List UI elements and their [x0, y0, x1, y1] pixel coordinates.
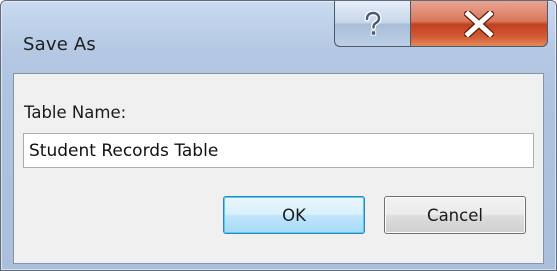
- question-mark-icon: [362, 10, 384, 37]
- close-x-icon: [464, 10, 494, 37]
- cancel-button[interactable]: Cancel: [384, 196, 526, 234]
- table-name-label: Table Name:: [24, 103, 127, 122]
- dialog-client-area: [13, 73, 544, 264]
- ok-button[interactable]: OK: [223, 196, 365, 234]
- close-button[interactable]: [410, 1, 548, 47]
- cancel-button-label: Cancel: [427, 205, 483, 225]
- ok-button-label: OK: [282, 205, 306, 225]
- table-name-input[interactable]: [23, 133, 534, 168]
- caption-buttons: [334, 1, 548, 48]
- help-button[interactable]: [334, 1, 410, 47]
- dialog-title: Save As: [23, 34, 96, 55]
